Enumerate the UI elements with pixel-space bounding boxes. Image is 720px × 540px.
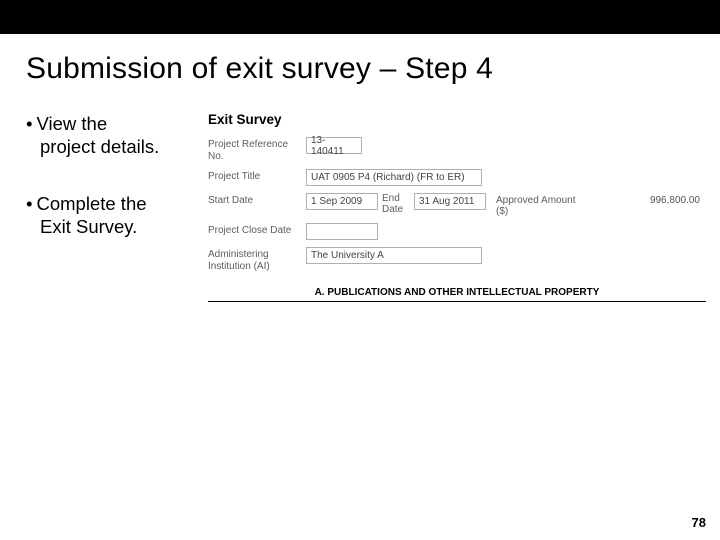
- label-approved-amount: Approved Amount ($): [486, 193, 582, 217]
- exit-survey-form: Exit Survey Project Reference No. 13-140…: [190, 112, 720, 302]
- field-project-ref[interactable]: 13-140411: [306, 137, 362, 154]
- slide-title: Submission of exit survey – Step 4: [26, 52, 720, 86]
- bullet-item-2: •Complete the Exit Survey.: [26, 192, 190, 238]
- row-dates: Start Date 1 Sep 2009 End Date 31 Aug 20…: [208, 193, 706, 217]
- label-start-date: Start Date: [208, 193, 306, 207]
- label-project-title: Project Title: [208, 169, 306, 183]
- row-project-title: Project Title UAT 0905 P4 (Richard) (FR …: [208, 169, 706, 187]
- bullet-1-line1: View the: [36, 113, 107, 134]
- form-heading: Exit Survey: [208, 112, 706, 127]
- bullet-1-line2: project details.: [26, 135, 190, 158]
- bullet-list: •View the project details. •Complete the…: [0, 112, 190, 302]
- label-end-date: End Date: [378, 193, 414, 215]
- bullet-2-line1: Complete the: [36, 193, 146, 214]
- top-black-bar: [0, 0, 720, 34]
- content-row: •View the project details. •Complete the…: [0, 112, 720, 302]
- field-admin-institution[interactable]: The University A: [306, 247, 482, 264]
- section-divider: [208, 301, 706, 302]
- field-close-date[interactable]: [306, 223, 378, 240]
- bullet-marker: •: [26, 192, 32, 215]
- field-project-title[interactable]: UAT 0905 P4 (Richard) (FR to ER): [306, 169, 482, 186]
- label-close-date: Project Close Date: [208, 223, 306, 237]
- page-number: 78: [692, 515, 706, 530]
- bullet-2-line2: Exit Survey.: [26, 215, 190, 238]
- row-project-ref: Project Reference No. 13-140411: [208, 137, 706, 163]
- bullet-marker: •: [26, 112, 32, 135]
- section-a-heading: A. PUBLICATIONS AND OTHER INTELLECTUAL P…: [208, 287, 706, 301]
- bullet-item-1: •View the project details.: [26, 112, 190, 158]
- field-start-date[interactable]: 1 Sep 2009: [306, 193, 378, 210]
- field-end-date[interactable]: 31 Aug 2011: [414, 193, 486, 210]
- row-admin-institution: Administering Institution (AI) The Unive…: [208, 247, 706, 273]
- label-admin-institution: Administering Institution (AI): [208, 247, 306, 273]
- label-project-ref: Project Reference No.: [208, 137, 306, 163]
- value-approved-amount: 996,800.00: [582, 193, 706, 206]
- row-close-date: Project Close Date: [208, 223, 706, 241]
